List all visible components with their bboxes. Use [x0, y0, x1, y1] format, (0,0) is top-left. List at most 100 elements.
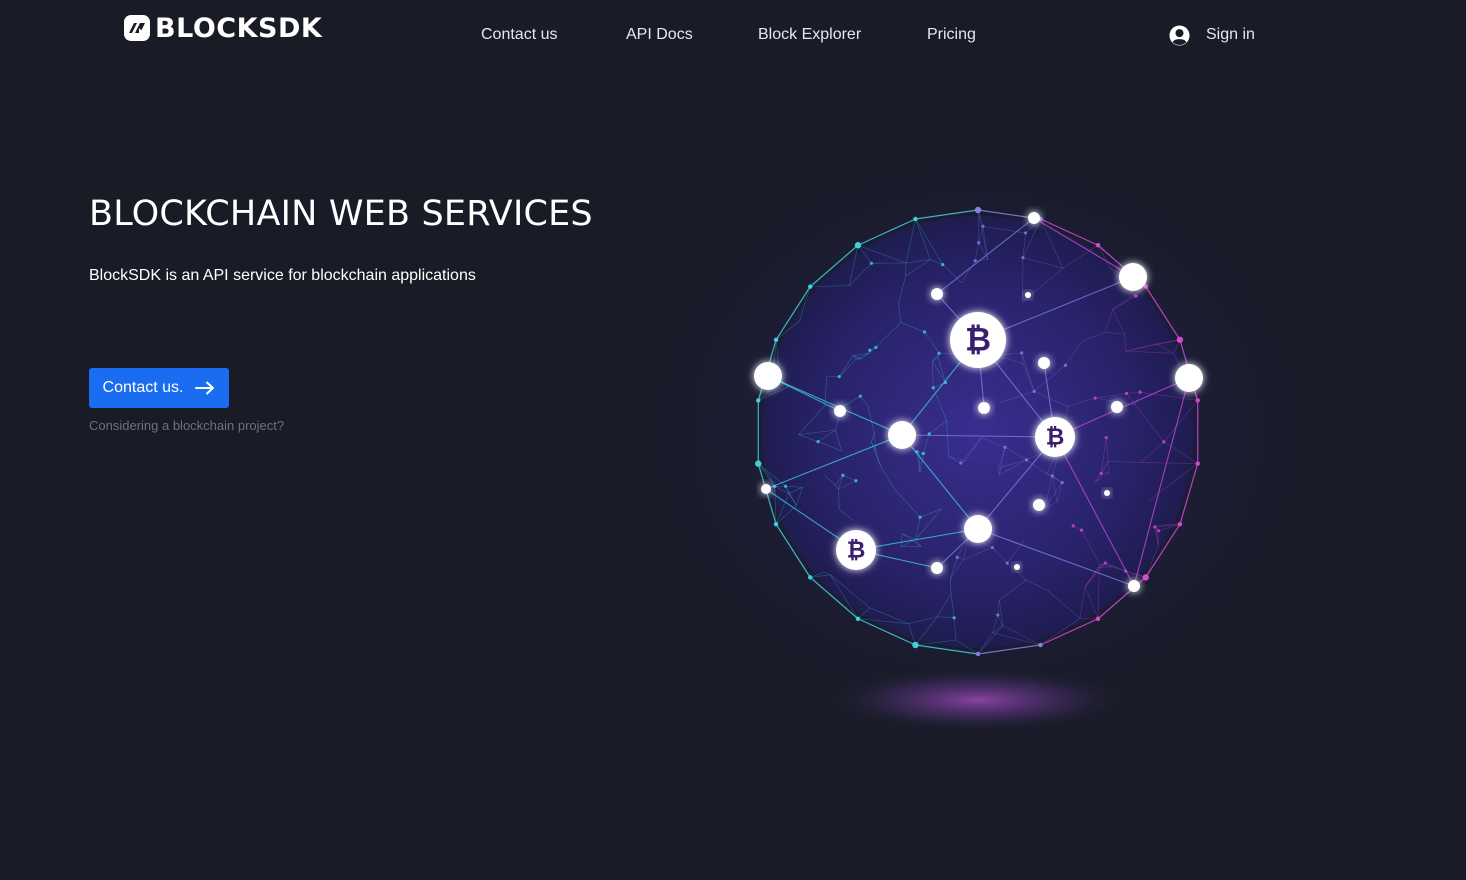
network-node: [1111, 401, 1123, 413]
ring-dot: [756, 398, 761, 403]
network-node: [964, 515, 992, 543]
network-node: [1028, 212, 1040, 224]
network-node: [931, 562, 943, 574]
ring-dot: [808, 575, 813, 580]
mesh-dot: [1021, 256, 1025, 260]
mesh-dot: [854, 479, 858, 483]
mesh-dot: [1104, 436, 1108, 440]
sign-in-label: Sign in: [1206, 26, 1255, 43]
mesh-dot: [918, 515, 922, 519]
nav-block-explorer[interactable]: Block Explorer: [758, 24, 861, 46]
mesh-dot: [955, 555, 959, 559]
site-header: BLOCKSDK Contact us API Docs Block Explo…: [0, 0, 1466, 70]
arrow-right-icon: [195, 381, 215, 395]
mesh-dot: [1124, 569, 1128, 573]
mesh-dot: [1032, 389, 1036, 393]
bitcoin-symbol: ₿: [1046, 425, 1065, 451]
network-node: [1175, 364, 1203, 392]
mesh-dot: [1071, 524, 1075, 528]
ring-dot: [974, 206, 982, 214]
sign-in-link[interactable]: Sign in: [1169, 23, 1255, 47]
mesh-dot: [973, 259, 977, 263]
ring-dot: [755, 460, 762, 467]
mesh-dot: [927, 432, 931, 436]
ring-dot: [1195, 461, 1200, 466]
mesh-dot: [841, 473, 845, 477]
ring-dot: [1095, 616, 1101, 621]
mesh-dot: [773, 484, 777, 488]
mesh-dot: [1005, 561, 1009, 565]
ring-dot: [1177, 522, 1183, 527]
mesh-dot: [1103, 561, 1107, 565]
bitcoin-symbol: ₿: [847, 538, 866, 564]
mesh-dot: [915, 450, 919, 454]
mesh-dot: [1003, 445, 1007, 449]
mesh-dot: [784, 484, 788, 488]
page: BLOCKSDK Contact us API Docs Block Explo…: [0, 0, 1466, 880]
mesh-dot: [990, 545, 994, 550]
nav-api-docs[interactable]: API Docs: [626, 24, 693, 46]
hero-subtitle: BlockSDK is an API service for blockchai…: [89, 267, 476, 284]
mesh-dot: [858, 394, 862, 398]
hero-title: BLOCKCHAIN WEB SERVICES: [89, 194, 593, 234]
mesh-dot: [1023, 231, 1028, 235]
nav-contact-us[interactable]: Contact us: [481, 24, 557, 46]
mesh-dot: [1060, 480, 1064, 485]
ring-dot: [855, 616, 861, 621]
ring-dot: [975, 651, 981, 657]
bitcoin-symbol: ₿: [965, 321, 991, 359]
mesh-dot: [869, 261, 874, 265]
user-icon: [1169, 24, 1190, 46]
ring-dot: [913, 216, 918, 222]
mesh-dot: [996, 613, 1000, 617]
mesh-dot: [1134, 294, 1138, 298]
ring-dot: [773, 522, 779, 527]
ring-dot: [808, 284, 813, 289]
contact-us-button[interactable]: Contact us.: [89, 368, 229, 408]
mesh-dot: [837, 375, 841, 379]
network-node: [1014, 564, 1020, 570]
contact-us-button-label: Contact us.: [102, 379, 184, 396]
network-node: [1128, 580, 1140, 592]
network-node: [834, 405, 846, 417]
mesh-dot: [1050, 474, 1054, 478]
mesh-dot: [921, 451, 925, 456]
blockchain-network-illustration: ₿ ₿ ₿: [520, 70, 1440, 810]
ring-dot: [773, 337, 779, 342]
mesh-dot: [981, 224, 985, 228]
network-node: [931, 288, 943, 300]
mesh-dot: [1099, 471, 1103, 476]
mesh-dot: [1157, 529, 1161, 533]
mesh-dot: [943, 380, 948, 385]
ring-dot: [854, 242, 862, 249]
mesh-dot: [952, 616, 956, 620]
mesh-dot: [1079, 528, 1084, 532]
nav-pricing[interactable]: Pricing: [927, 24, 976, 46]
mesh-dot: [1024, 458, 1029, 462]
blockchain-globe-icon: ₿ ₿ ₿: [548, 72, 1408, 792]
cta-note: Considering a blockchain project?: [89, 418, 285, 433]
network-node: [1104, 490, 1110, 496]
network-node: [1038, 357, 1050, 369]
mesh-dot: [1138, 390, 1142, 394]
globe-shadow: [828, 668, 1128, 732]
ring-dot: [1038, 642, 1043, 648]
network-node: [888, 421, 916, 449]
mesh-dot: [941, 262, 945, 267]
mesh-dot: [1093, 396, 1097, 400]
mesh-dot: [1153, 525, 1157, 529]
mesh-dot: [816, 440, 820, 444]
network-node: [1025, 292, 1031, 298]
ring-dot: [1176, 336, 1184, 343]
ring-dot: [912, 641, 919, 649]
network-node: [978, 402, 990, 414]
mesh-dot: [1124, 391, 1129, 395]
ring-dot: [1095, 243, 1101, 248]
network-node: [1119, 263, 1147, 291]
mesh-dot: [922, 330, 927, 334]
mesh-dot: [874, 345, 878, 349]
network-node: [761, 484, 771, 494]
mesh-dot: [959, 461, 963, 465]
mesh-dot: [868, 348, 872, 352]
mesh-dot: [977, 241, 981, 245]
